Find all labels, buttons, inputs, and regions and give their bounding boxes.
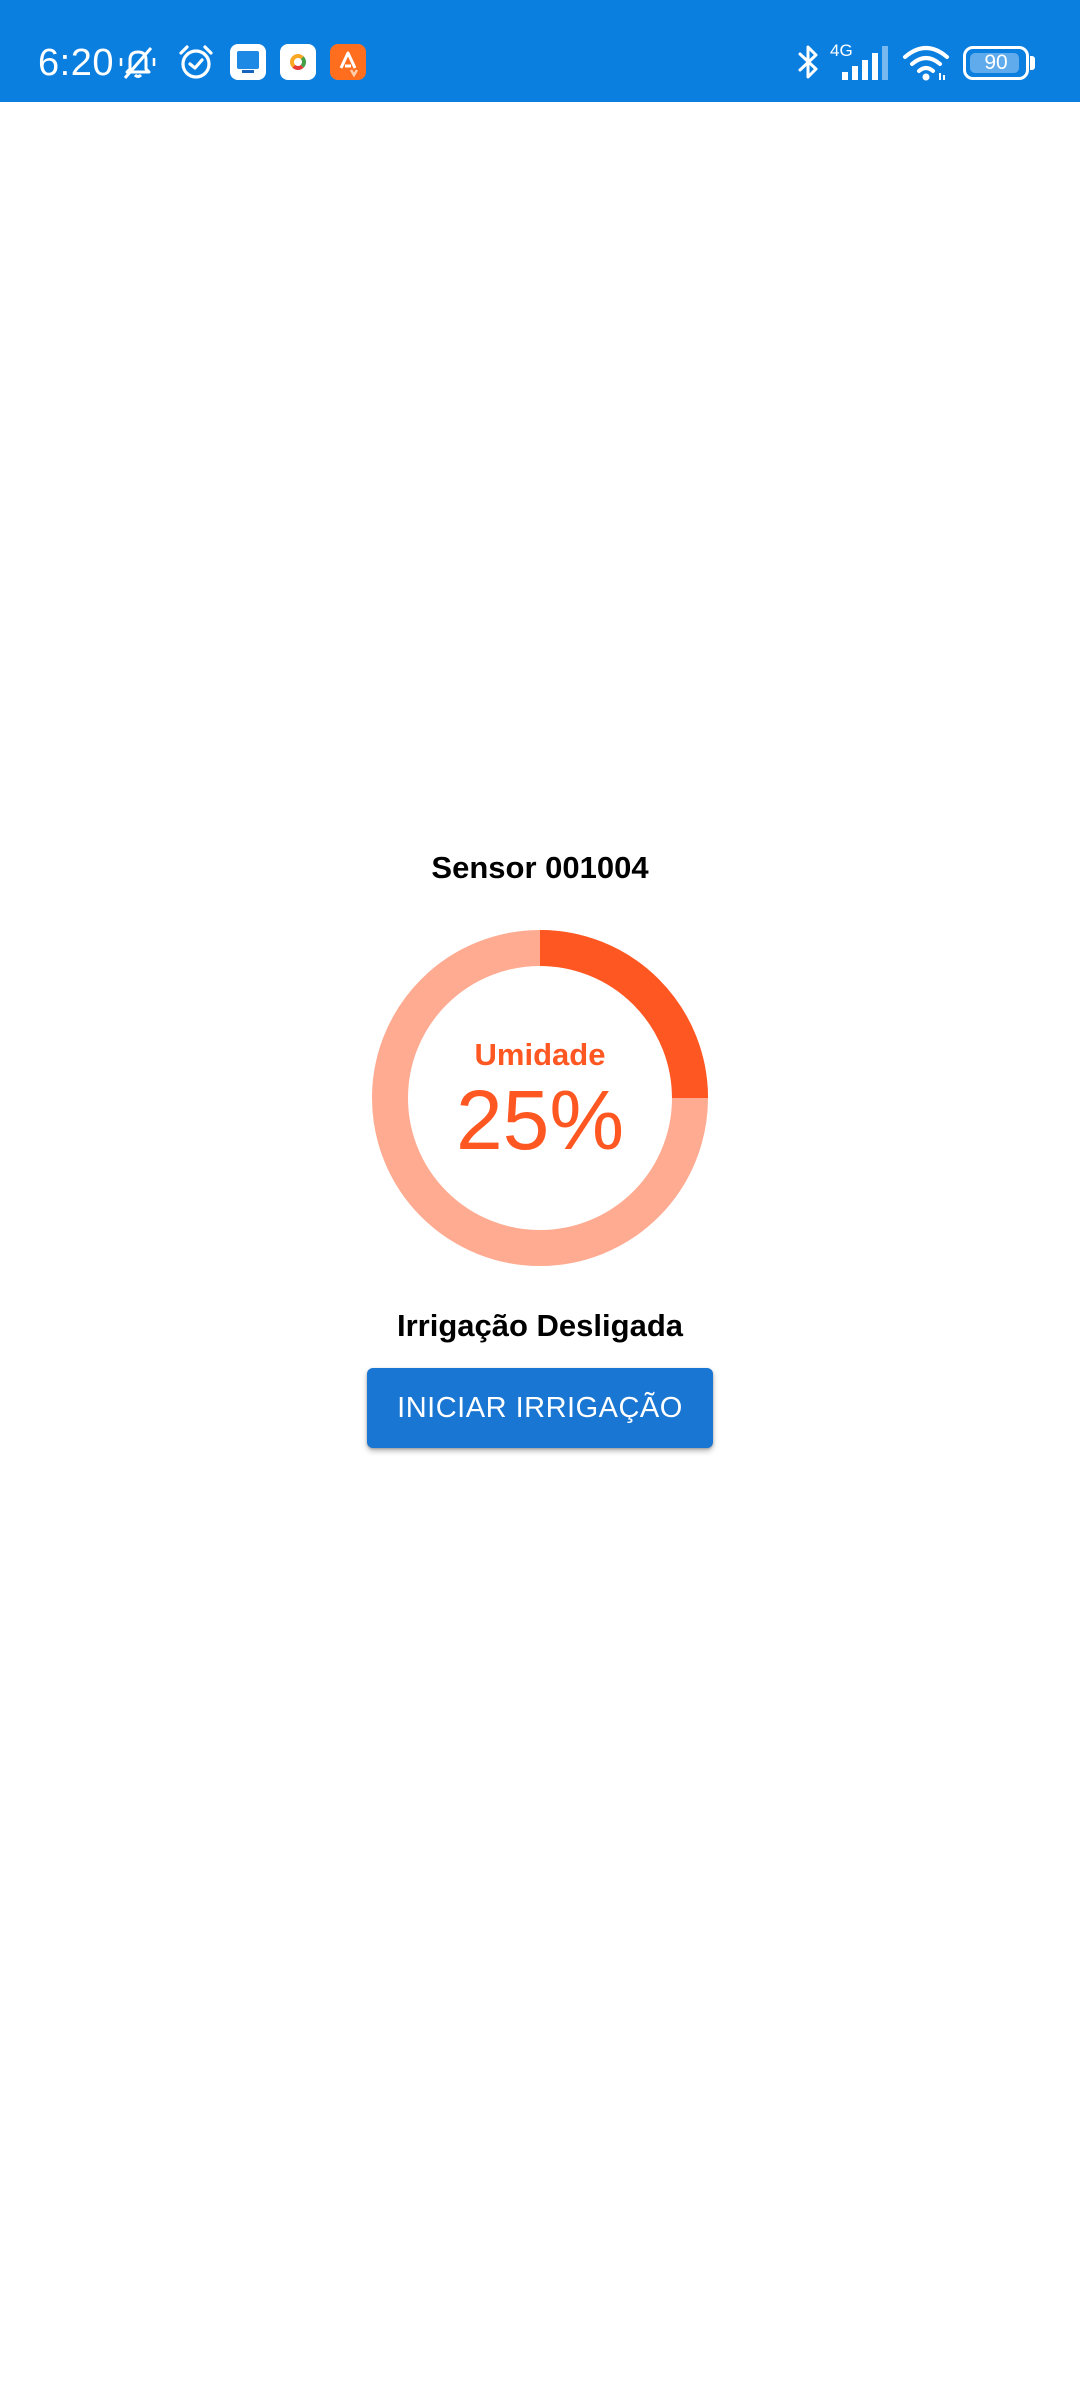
battery-icon: 90	[963, 46, 1029, 80]
battery-tip	[1030, 56, 1035, 70]
wifi-icon	[903, 46, 949, 81]
app-notification-icon	[280, 44, 316, 80]
app-notification-icon	[330, 44, 366, 80]
bluetooth-icon	[798, 45, 818, 79]
status-time: 6:20	[38, 42, 114, 84]
start-irrigation-button[interactable]: INICIAR IRRIGAÇÃO	[367, 1368, 713, 1448]
status-bar: 6:20 4G 90	[0, 0, 1080, 102]
sensor-title: Sensor 001004	[431, 850, 649, 885]
irrigation-status: Irrigação Desligada	[396, 1308, 683, 1343]
mute-icon	[119, 47, 156, 79]
humidity-label: Umidade	[474, 1037, 606, 1072]
humidity-value: 25%	[455, 1073, 625, 1167]
alarm-icon	[179, 45, 213, 79]
battery-level-text: 90	[984, 51, 1008, 74]
app-notification-icon	[230, 44, 266, 80]
signal-icon	[842, 46, 888, 80]
